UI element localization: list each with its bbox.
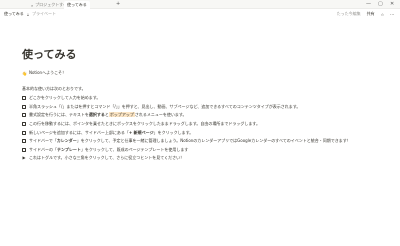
todo-text: どこかをクリックして入力を始めます。 xyxy=(29,95,100,101)
highlighted-text: ポップアップ xyxy=(108,112,135,118)
checkbox[interactable] xyxy=(22,130,26,135)
checkbox[interactable] xyxy=(22,122,26,127)
bold-text: + 新規ページ xyxy=(128,129,154,135)
checkbox[interactable] xyxy=(22,147,26,152)
todo-text: 新しいページを追加するには、サイドバー上部にある「+ 新規ページ」をクリックしま… xyxy=(29,130,193,136)
text-run: 書式設定を行うには、テキストを xyxy=(29,112,89,118)
checkbox[interactable] xyxy=(22,96,26,101)
todo-item[interactable]: どこかをクリックして入力を始めます。 xyxy=(22,94,382,103)
tab-bar: ⌕ プロジェクトすべての 使ってみる + — ▢ ✕ xyxy=(0,0,400,9)
share-button[interactable]: 共有 xyxy=(367,11,375,17)
bold-text: 選択する xyxy=(88,112,105,118)
text-run: 」をクリックします。 xyxy=(153,129,194,135)
checkbox[interactable] xyxy=(22,139,26,144)
text-run: サイドバーの「 xyxy=(29,146,57,152)
maximize-icon[interactable]: ▢ xyxy=(378,1,383,7)
search-icon: ⌕ xyxy=(31,2,34,8)
page-content: 使ってみる 👋 Notionへようこそ！ 基本的な使い方は次のとおりです。 どこ… xyxy=(22,28,382,163)
todo-item[interactable]: 新しいページを追加するには、サイドバー上部にある「+ 新規ページ」をクリックしま… xyxy=(22,128,382,137)
text-run: 」をクリックして、予定と仕事を一緒に管理しましょう。Notionのカレンダーアプ… xyxy=(76,138,351,144)
toggle-triangle-icon[interactable]: ▶ xyxy=(22,156,26,160)
text-run: どこかをクリックして入力を始めます。 xyxy=(29,95,101,101)
todo-text: この行を移動するには、ポインタを乗せたときにボックスをクリックしたままドラッグし… xyxy=(29,121,260,127)
bold-text: カレンダー xyxy=(56,138,77,144)
todo-text: 書式設定を行うには、テキストを選択するとポップアップされるメニューを使います。 xyxy=(29,112,187,118)
wave-icon: 👋 xyxy=(22,70,27,76)
todo-text: これはトグルです。小さな三角をクリックして、さらに役立つヒントを見てください！ xyxy=(29,155,184,161)
welcome-text: Notionへようこそ！ xyxy=(28,70,67,75)
intro-text[interactable]: 基本的な使い方は次のとおりです。 xyxy=(22,86,382,92)
todo-item[interactable]: サイドバーで「カレンダー」をクリックして、予定と仕事を一緒に管理しましょう。No… xyxy=(22,137,382,146)
text-run: 新しいページを追加するには、サイドバー上部にある「 xyxy=(29,129,129,135)
text-run: この行を移動するには、ポインタを乗せたときにボックスをクリックしたままドラッグし… xyxy=(29,121,260,127)
todo-item[interactable]: この行を移動するには、ポインタを乗せたときにボックスをクリックしたままドラッグし… xyxy=(22,120,382,129)
breadcrumb-title[interactable]: 使ってみる xyxy=(4,11,24,17)
checkbox[interactable] xyxy=(22,113,26,118)
todo-item[interactable]: サイドバーの「テンプレート」をクリックして、既成のページテンプレートを使用します xyxy=(22,146,382,155)
privacy-label: プライベート xyxy=(31,11,56,16)
tab-label: 使ってみる xyxy=(67,2,87,7)
close-icon[interactable]: ✕ xyxy=(390,1,394,7)
new-tab-icon[interactable]: + xyxy=(116,1,120,7)
todo-text: 半角スラッシュ「/」またはを押すとコマンド「/」」を押すと、見出し、動画、サブペ… xyxy=(29,104,300,110)
checkbox[interactable] xyxy=(22,104,26,109)
todo-text: サイドバーの「テンプレート」をクリックして、既成のページテンプレートを使用します xyxy=(29,147,188,153)
toggle-block[interactable]: ▶ これはトグルです。小さな三角をクリックして、さらに役立つヒントを見てください！ xyxy=(22,154,382,163)
page-topbar: 使ってみる 🔒︎ プライベート たった今編集 共有 ☆ ··· xyxy=(0,9,400,19)
bold-text: テンプレート xyxy=(57,146,81,152)
star-icon[interactable]: ☆ xyxy=(381,12,385,17)
todo-text: サイドバーで「カレンダー」をクリックして、予定と仕事を一緒に管理しましょう。No… xyxy=(29,138,351,144)
edited-status: たった今編集 xyxy=(336,11,361,16)
text-run: 」をクリックして、既成のページテンプレートを使用します xyxy=(80,146,189,152)
lock-icon: 🔒︎ xyxy=(26,11,29,17)
tab-getting-started[interactable]: 使ってみる xyxy=(64,1,90,9)
welcome-line[interactable]: 👋 Notionへようこそ！ xyxy=(22,70,382,76)
more-icon[interactable]: ··· xyxy=(390,12,394,17)
todo-item[interactable]: 書式設定を行うには、テキストを選択するとポップアップされるメニューを使います。 xyxy=(22,111,382,120)
text-run: されるメニューを使います。 xyxy=(134,112,187,118)
text-run: 半角スラッシュ「/」またはを押すとコマンド「/」」を押すと、見出し、動画、サブペ… xyxy=(29,103,301,109)
page-title[interactable]: 使ってみる xyxy=(22,46,382,62)
text-run: これはトグルです。小さな三角をクリックして、さらに役立つヒントを見てください！ xyxy=(29,155,185,161)
todo-item[interactable]: 半角スラッシュ「/」またはを押すとコマンド「/」」を押すと、見出し、動画、サブペ… xyxy=(22,103,382,112)
todo-list: どこかをクリックして入力を始めます。半角スラッシュ「/」またはを押すとコマンド「… xyxy=(22,94,382,163)
text-run: サイドバーで「 xyxy=(29,138,57,144)
minimize-icon[interactable]: — xyxy=(366,1,371,7)
